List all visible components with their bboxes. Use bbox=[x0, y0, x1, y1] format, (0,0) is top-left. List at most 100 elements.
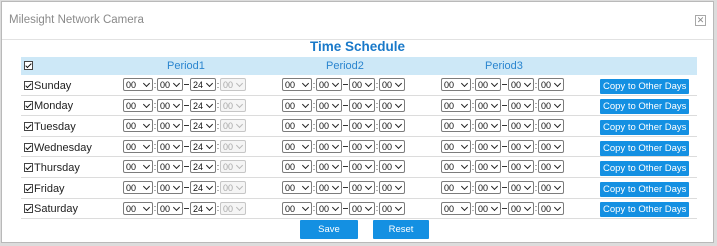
start-hour-select[interactable]: 00 bbox=[282, 98, 312, 112]
start-minute-select[interactable]: 00 bbox=[475, 201, 501, 215]
copy-to-other-days-button[interactable]: Copy to Other Days bbox=[600, 202, 690, 218]
start-minute-select[interactable]: 00 bbox=[316, 201, 342, 215]
end-hour-select[interactable]: 00 bbox=[349, 78, 375, 92]
start-hour-select[interactable]: 00 bbox=[282, 119, 312, 133]
start-hour-select[interactable]: 00 bbox=[282, 201, 312, 215]
start-hour-select[interactable]: 00 bbox=[441, 119, 471, 133]
select-all-checkbox[interactable] bbox=[24, 61, 33, 70]
end-minute-select[interactable]: 00 bbox=[379, 78, 405, 92]
end-minute-select[interactable]: 00 bbox=[538, 160, 564, 174]
start-hour-select[interactable]: 00 bbox=[441, 139, 471, 153]
end-hour-select[interactable]: 00 bbox=[349, 160, 375, 174]
day-checkbox[interactable] bbox=[24, 183, 33, 193]
end-minute-select: 00 bbox=[220, 201, 246, 215]
copy-to-other-days-button[interactable]: Copy to Other Days bbox=[600, 161, 690, 177]
start-hour-select[interactable]: 00 bbox=[282, 139, 312, 153]
end-minute-select[interactable]: 00 bbox=[379, 201, 405, 215]
start-minute-select[interactable]: 00 bbox=[157, 139, 183, 153]
start-minute-select[interactable]: 00 bbox=[475, 160, 501, 174]
start-hour-select[interactable]: 00 bbox=[123, 119, 153, 133]
day-checkbox[interactable] bbox=[24, 204, 33, 214]
copy-to-other-days-button[interactable]: Copy to Other Days bbox=[600, 78, 690, 94]
end-minute-select[interactable]: 00 bbox=[538, 201, 564, 215]
period-cell: 00:00 00:00 bbox=[441, 177, 600, 199]
copy-to-other-days-button[interactable]: Copy to Other Days bbox=[600, 181, 690, 197]
end-hour-select[interactable]: 00 bbox=[349, 139, 375, 153]
start-minute-select[interactable]: 00 bbox=[316, 78, 342, 92]
start-minute-select[interactable]: 00 bbox=[316, 160, 342, 174]
end-minute-select[interactable]: 00 bbox=[379, 98, 405, 112]
day-checkbox[interactable] bbox=[24, 101, 33, 111]
start-minute-select[interactable]: 00 bbox=[157, 201, 183, 215]
range-dash bbox=[502, 125, 507, 127]
start-minute-select[interactable]: 00 bbox=[475, 98, 501, 112]
copy-to-other-days-button[interactable]: Copy to Other Days bbox=[600, 119, 690, 135]
end-hour-select[interactable]: 24 bbox=[190, 98, 216, 112]
start-hour-select[interactable]: 00 bbox=[441, 160, 471, 174]
day-checkbox[interactable] bbox=[24, 121, 33, 131]
end-hour-select[interactable]: 00 bbox=[349, 119, 375, 133]
end-hour-select[interactable]: 24 bbox=[190, 78, 216, 92]
end-hour-select[interactable]: 00 bbox=[508, 139, 534, 153]
start-hour-select[interactable]: 00 bbox=[123, 181, 153, 195]
end-minute-select[interactable]: 00 bbox=[538, 119, 564, 133]
start-minute-select[interactable]: 00 bbox=[316, 181, 342, 195]
end-hour-select[interactable]: 00 bbox=[508, 119, 534, 133]
start-minute-select[interactable]: 00 bbox=[157, 98, 183, 112]
start-minute-select[interactable]: 00 bbox=[475, 119, 501, 133]
start-minute-select[interactable]: 00 bbox=[316, 119, 342, 133]
day-checkbox[interactable] bbox=[24, 163, 33, 173]
day-checkbox[interactable] bbox=[24, 142, 33, 152]
start-hour-select[interactable]: 00 bbox=[282, 181, 312, 195]
start-minute-select[interactable]: 00 bbox=[157, 181, 183, 195]
close-icon[interactable]: ✕ bbox=[695, 15, 706, 26]
range-dash bbox=[502, 207, 507, 209]
end-minute-select[interactable]: 00 bbox=[379, 119, 405, 133]
start-hour-select[interactable]: 00 bbox=[123, 160, 153, 174]
end-minute-select[interactable]: 00 bbox=[538, 78, 564, 92]
start-hour-select[interactable]: 00 bbox=[441, 181, 471, 195]
start-hour-select[interactable]: 00 bbox=[282, 78, 312, 92]
end-hour-select[interactable]: 24 bbox=[190, 181, 216, 195]
end-hour-select[interactable]: 24 bbox=[190, 201, 216, 215]
start-hour-select[interactable]: 00 bbox=[441, 201, 471, 215]
start-hour-select[interactable]: 00 bbox=[282, 160, 312, 174]
end-hour-select[interactable]: 00 bbox=[508, 201, 534, 215]
start-hour-select[interactable]: 00 bbox=[441, 78, 471, 92]
start-minute-select[interactable]: 00 bbox=[157, 78, 183, 92]
start-minute-select[interactable]: 00 bbox=[157, 160, 183, 174]
start-hour-select[interactable]: 00 bbox=[123, 201, 153, 215]
end-minute-select[interactable]: 00 bbox=[379, 139, 405, 153]
copy-to-other-days-button[interactable]: Copy to Other Days bbox=[600, 99, 690, 115]
reset-button[interactable]: Reset bbox=[373, 220, 429, 239]
end-hour-select[interactable]: 24 bbox=[190, 160, 216, 174]
day-checkbox[interactable] bbox=[24, 80, 33, 90]
end-hour-select[interactable]: 00 bbox=[508, 78, 534, 92]
start-hour-select[interactable]: 00 bbox=[123, 78, 153, 92]
end-hour-select[interactable]: 24 bbox=[190, 119, 216, 133]
end-minute-select[interactable]: 00 bbox=[538, 181, 564, 195]
end-hour-select[interactable]: 00 bbox=[508, 160, 534, 174]
start-hour-select[interactable]: 00 bbox=[441, 98, 471, 112]
range-dash bbox=[502, 84, 507, 86]
save-button[interactable]: Save bbox=[300, 220, 358, 239]
end-minute-select[interactable]: 00 bbox=[379, 181, 405, 195]
start-minute-select[interactable]: 00 bbox=[157, 119, 183, 133]
end-hour-select[interactable]: 00 bbox=[508, 181, 534, 195]
end-minute-select[interactable]: 00 bbox=[379, 160, 405, 174]
end-hour-select[interactable]: 00 bbox=[349, 181, 375, 195]
end-hour-select[interactable]: 24 bbox=[190, 139, 216, 153]
end-hour-select[interactable]: 00 bbox=[508, 98, 534, 112]
start-minute-select[interactable]: 00 bbox=[316, 139, 342, 153]
start-minute-select[interactable]: 00 bbox=[475, 139, 501, 153]
end-hour-select[interactable]: 00 bbox=[349, 98, 375, 112]
start-hour-select[interactable]: 00 bbox=[123, 98, 153, 112]
start-minute-select[interactable]: 00 bbox=[475, 78, 501, 92]
end-hour-select[interactable]: 00 bbox=[349, 201, 375, 215]
end-minute-select[interactable]: 00 bbox=[538, 139, 564, 153]
start-hour-select[interactable]: 00 bbox=[123, 139, 153, 153]
start-minute-select[interactable]: 00 bbox=[316, 98, 342, 112]
start-minute-select[interactable]: 00 bbox=[475, 181, 501, 195]
copy-to-other-days-button[interactable]: Copy to Other Days bbox=[600, 140, 690, 156]
end-minute-select[interactable]: 00 bbox=[538, 98, 564, 112]
